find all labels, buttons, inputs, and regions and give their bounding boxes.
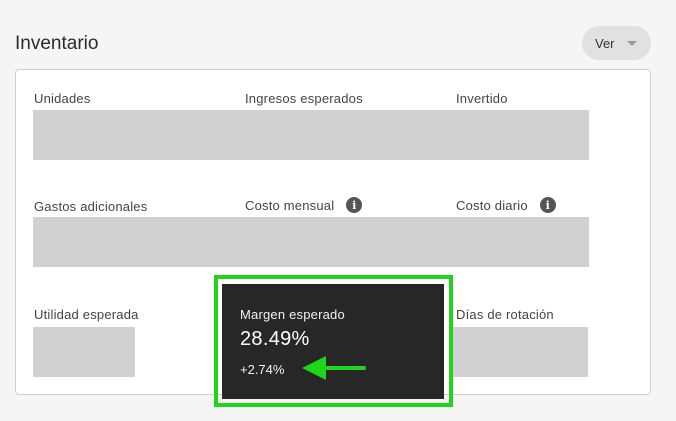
info-icon[interactable]: i [539,197,556,213]
caret-down-icon [626,40,637,46]
daily-cost-label: Costo diario [456,197,528,213]
rotation-days-label: Días de rotación [456,307,554,322]
info-icon[interactable]: i [346,197,363,213]
invested-label: Invertido [456,91,508,106]
rotation-days-placeholder [452,327,588,377]
row1-value-placeholder [33,110,589,160]
units-label: Unidades [34,91,91,106]
monthly-cost-label-group: Costo mensual i [245,197,363,213]
expected-profit-label: Utilidad esperada [34,307,139,322]
monthly-cost-label: Costo mensual [245,197,335,213]
expected-margin-value: 28.49% [240,328,310,350]
row2-value-placeholder [33,217,589,267]
arrow-left-icon [302,356,366,380]
expected-margin-delta: +2.74% [240,362,285,377]
expected-profit-placeholder [33,327,135,377]
page-title: Inventario [15,33,99,54]
view-dropdown-button[interactable]: Ver [582,26,651,60]
expected-margin-label: Margen esperado [240,307,345,322]
view-button-label: Ver [595,35,615,51]
expected-revenue-label: Ingresos esperados [245,91,363,106]
daily-cost-label-group: Costo diario i [456,197,556,213]
additional-expenses-label: Gastos adicionales [34,199,148,214]
